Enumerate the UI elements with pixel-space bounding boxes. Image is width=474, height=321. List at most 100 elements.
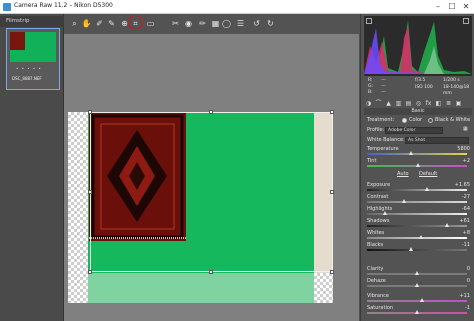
preferences-icon[interactable]: ☰: [235, 18, 246, 29]
whites-value[interactable]: +8: [463, 230, 470, 236]
saturation-value[interactable]: -1: [465, 305, 470, 311]
clarity-slider[interactable]: [367, 271, 467, 275]
treatment-bw-radio[interactable]: [428, 118, 433, 123]
blacks-slider[interactable]: [367, 247, 467, 251]
preview-canvas[interactable]: [64, 34, 359, 321]
shadows-value[interactable]: +61: [459, 218, 470, 224]
crop-handle-right[interactable]: [330, 190, 334, 194]
green-screen-outside-crop: [88, 273, 314, 303]
saturation-slider-knob[interactable]: [415, 310, 419, 314]
blacks-value[interactable]: -11: [462, 242, 470, 248]
app-icon: [3, 3, 11, 11]
temperature-slider-knob[interactable]: [409, 151, 413, 155]
saturation-slider[interactable]: [367, 310, 467, 314]
zoom-icon[interactable]: ⌕: [69, 18, 80, 29]
highlight-clipping-toggle[interactable]: [463, 18, 469, 24]
tint-slider[interactable]: [367, 163, 467, 167]
whites-slider[interactable]: [367, 235, 467, 239]
highlights-slider-knob[interactable]: [383, 211, 387, 215]
crop-handle-top-left[interactable]: [88, 110, 92, 114]
highlights-value[interactable]: -64: [462, 206, 470, 212]
split-toning-tab-icon[interactable]: ▤: [404, 100, 413, 108]
hand-icon[interactable]: ✋: [81, 18, 92, 29]
effects-tab-icon[interactable]: fx: [424, 100, 433, 108]
snapshots-tab-icon[interactable]: ▣: [454, 100, 463, 108]
close-button[interactable]: ✕: [460, 1, 472, 13]
crop-handle-bottom[interactable]: [209, 270, 213, 274]
dehaze-value[interactable]: 0: [467, 278, 470, 284]
whites-slider-knob[interactable]: [419, 235, 423, 239]
vibrance-slider-knob[interactable]: [420, 298, 424, 302]
clarity-label: Clarity: [367, 266, 384, 272]
profile-browser-icon[interactable]: ▦: [463, 126, 468, 132]
white-balance-dropdown[interactable]: As Shot: [405, 137, 469, 144]
filmstrip-thumbnail[interactable]: • • • • • DSC_8887.NEF: [6, 28, 60, 90]
temperature-slider[interactable]: [367, 151, 467, 155]
lens-value: 18-140@18 mm: [443, 85, 470, 96]
tint-value[interactable]: +2: [463, 158, 470, 164]
minimize-button[interactable]: –: [432, 1, 444, 13]
temperature-value[interactable]: 5800: [457, 146, 470, 152]
treatment-bw-label[interactable]: Black & White: [435, 117, 470, 123]
shutter-value: 1/200 s: [443, 78, 460, 83]
dehaze-slider[interactable]: [367, 283, 467, 287]
crop-icon[interactable]: ⌗: [130, 18, 141, 29]
highlights-label: Highlights: [367, 206, 393, 212]
dehaze-slider-knob[interactable]: [415, 283, 419, 287]
shadow-clipping-toggle[interactable]: [366, 18, 372, 24]
rotate-right-icon[interactable]: ↻: [265, 18, 276, 29]
exposure-slider-knob[interactable]: [425, 187, 429, 191]
tone-curve-tab-icon[interactable]: ⌒: [374, 100, 383, 108]
basic-tab-icon[interactable]: ◑: [364, 100, 373, 108]
dehaze-label: Dehaze: [367, 278, 386, 284]
shadows-slider[interactable]: [367, 223, 467, 227]
basic-section-title: Basic: [411, 108, 425, 114]
treatment-color-radio[interactable]: [402, 118, 407, 123]
crop-frame[interactable]: [90, 112, 333, 272]
vibrance-slider[interactable]: [367, 298, 467, 302]
adjustment-brush-icon[interactable]: ✏: [197, 18, 208, 29]
maximize-button[interactable]: ☐: [446, 1, 458, 13]
straighten-icon[interactable]: ▭: [145, 18, 156, 29]
auto-button[interactable]: Auto: [397, 171, 409, 177]
calibration-tab-icon[interactable]: ◧: [434, 100, 443, 108]
clarity-value[interactable]: 0: [467, 266, 470, 272]
thumbnail-rating[interactable]: • • • • •: [16, 66, 42, 71]
filmstrip-header: Filmstrip: [0, 16, 64, 27]
contrast-slider-knob[interactable]: [402, 199, 406, 203]
rotate-left-icon[interactable]: ↺: [251, 18, 262, 29]
clarity-slider-knob[interactable]: [415, 271, 419, 275]
exposure-value[interactable]: +1.65: [455, 182, 470, 188]
spot-removal-icon[interactable]: ✂: [170, 18, 181, 29]
contrast-value[interactable]: -27: [462, 194, 470, 200]
tint-slider-knob[interactable]: [416, 163, 420, 167]
white-balance-icon[interactable]: ✐: [94, 18, 105, 29]
basic-section-header: Basic: [364, 108, 472, 115]
vibrance-value[interactable]: +11: [459, 293, 470, 299]
presets-tab-icon[interactable]: ≣: [444, 100, 453, 108]
crop-handle-top-right[interactable]: [330, 110, 334, 114]
detail-tab-icon[interactable]: ▲: [384, 100, 393, 108]
crop-handle-bottom-left[interactable]: [88, 270, 92, 274]
radial-filter-icon[interactable]: ◯: [221, 18, 232, 29]
contrast-slider[interactable]: [367, 199, 467, 203]
crop-handle-bottom-right[interactable]: [330, 270, 334, 274]
crop-handle-top[interactable]: [209, 110, 213, 114]
blacks-slider-knob[interactable]: [409, 247, 413, 251]
red-eye-icon[interactable]: ◉: [183, 18, 194, 29]
exposure-slider[interactable]: [367, 187, 467, 191]
highlights-slider[interactable]: [367, 211, 467, 215]
crop-handle-left[interactable]: [88, 190, 92, 194]
transparent-area-right: [314, 273, 333, 303]
treatment-color-label[interactable]: Color: [409, 117, 422, 123]
graduated-filter-icon[interactable]: ▦: [210, 18, 221, 29]
lens-tab-icon[interactable]: ◎: [414, 100, 423, 108]
contrast-label: Contrast: [367, 194, 389, 200]
color-sampler-icon[interactable]: ✎: [106, 18, 117, 29]
b-label: B:: [368, 90, 373, 95]
temperature-label: Temperature: [367, 146, 399, 152]
shadows-slider-knob[interactable]: [445, 223, 449, 227]
default-button[interactable]: Default: [419, 171, 437, 177]
profile-dropdown[interactable]: Adobe Color: [385, 127, 443, 134]
hsl-tab-icon[interactable]: ▥: [394, 100, 403, 108]
